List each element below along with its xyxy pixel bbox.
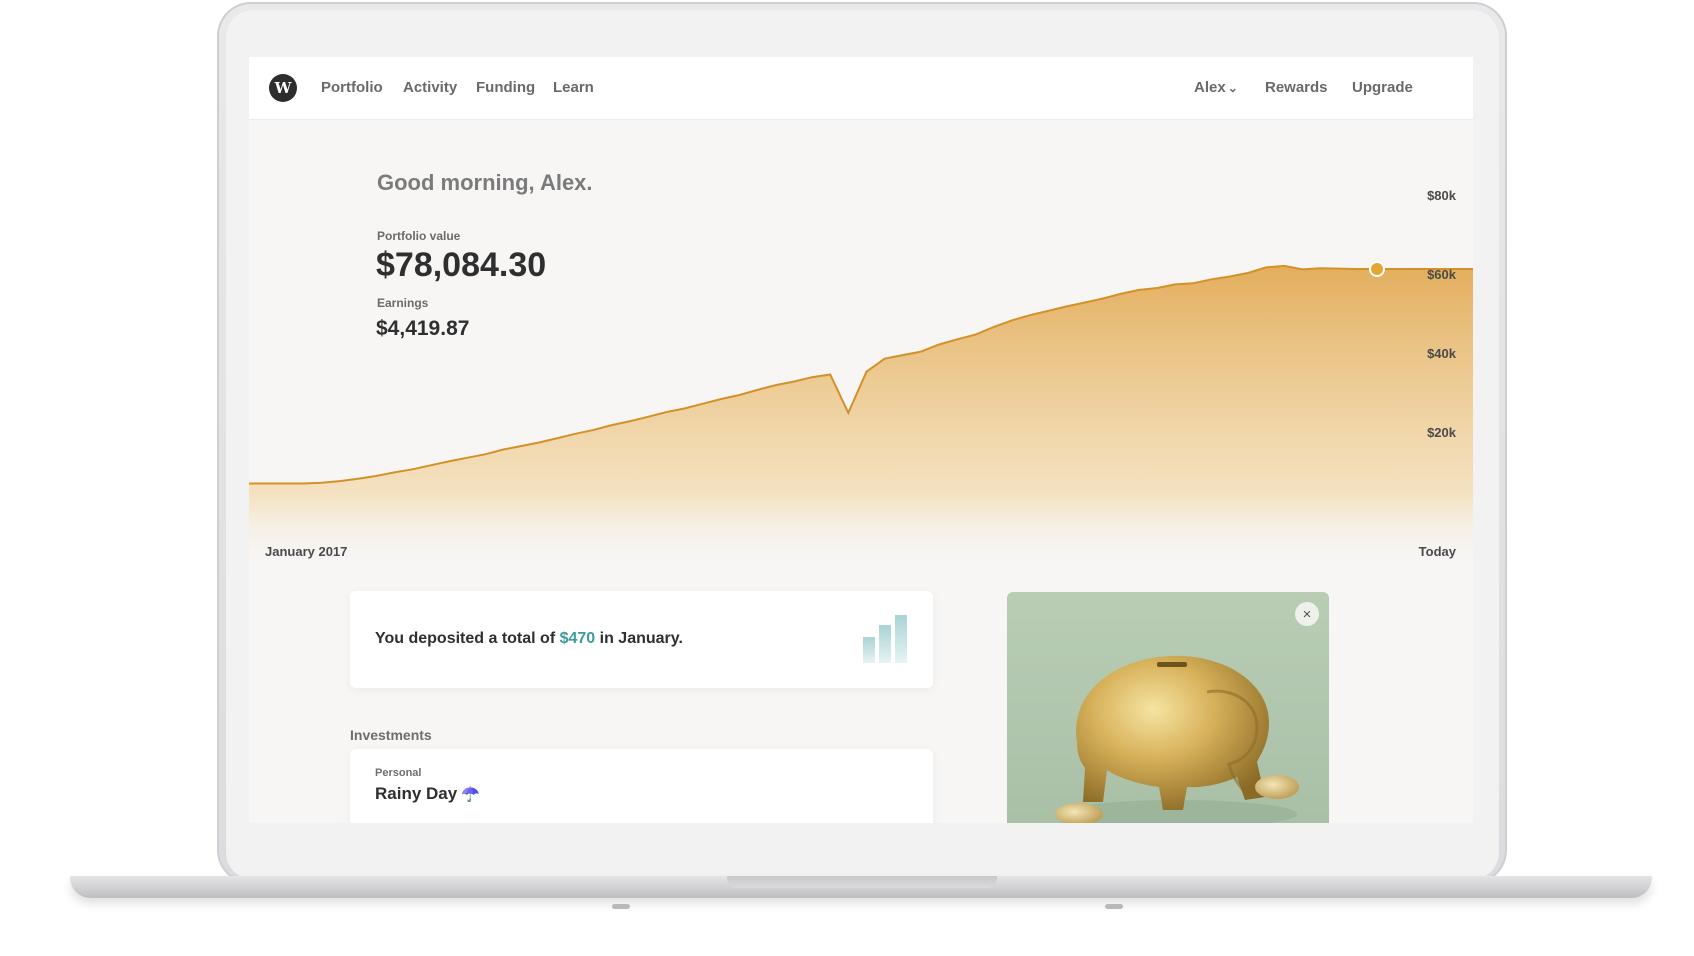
nav-upgrade[interactable]: Upgrade: [1352, 79, 1413, 96]
user-name: Alex: [1194, 79, 1226, 96]
portfolio-value-label: Portfolio value: [377, 229, 461, 243]
top-nav: W Portfolio Activity Funding Learn Alex ⌄…: [249, 57, 1473, 120]
deposit-summary-text: You deposited a total of $470 in January…: [375, 630, 683, 648]
account-name: Rainy Day: [375, 784, 458, 803]
logo-icon[interactable]: W: [269, 74, 297, 102]
y-tick-label: $60k: [1427, 267, 1456, 282]
promo-card[interactable]: ×: [1007, 592, 1329, 823]
app-screen: W Portfolio Activity Funding Learn Alex ⌄…: [249, 57, 1473, 823]
y-tick-label: $40k: [1427, 346, 1456, 361]
x-start-label: January 2017: [265, 544, 348, 559]
umbrella-icon: ☂️: [461, 786, 480, 803]
investment-account-card[interactable]: Personal Rainy Day ☂️: [350, 749, 933, 823]
piggy-bank-illustration: [1055, 655, 1299, 823]
nav-portfolio[interactable]: Portfolio: [321, 79, 383, 96]
portfolio-value: $78,084.30: [376, 246, 547, 284]
chart-area: [249, 265, 1473, 571]
account-type: Personal: [375, 767, 422, 779]
close-icon[interactable]: ×: [1295, 602, 1319, 626]
nav-activity[interactable]: Activity: [403, 79, 457, 96]
laptop-foot: [1105, 904, 1123, 909]
greeting: Good morning, Alex.: [377, 170, 593, 195]
deposit-prefix: You deposited a total of: [375, 630, 560, 647]
investments-heading: Investments: [350, 727, 432, 743]
user-menu[interactable]: Alex ⌄: [1194, 79, 1238, 96]
chevron-down-icon: ⌄: [1227, 81, 1238, 95]
nav-funding[interactable]: Funding: [476, 79, 535, 96]
bar-chart-icon: [863, 615, 907, 663]
x-end-label: Today: [1418, 544, 1456, 559]
deposit-suffix: in January.: [595, 630, 683, 647]
earnings-label: Earnings: [377, 296, 429, 310]
earnings-value: $4,419.87: [376, 317, 470, 340]
y-tick-label: $80k: [1427, 188, 1456, 203]
deposit-amount: $470: [559, 630, 596, 647]
y-tick-label: $20k: [1427, 425, 1456, 440]
deposit-summary-card[interactable]: You deposited a total of $470 in January…: [350, 591, 933, 688]
nav-rewards[interactable]: Rewards: [1265, 79, 1328, 96]
account-name-row: Rainy Day ☂️: [375, 784, 480, 804]
current-value-marker[interactable]: [1369, 261, 1385, 278]
laptop-foot: [612, 904, 630, 909]
laptop-notch: [727, 876, 997, 888]
nav-learn[interactable]: Learn: [553, 79, 594, 96]
